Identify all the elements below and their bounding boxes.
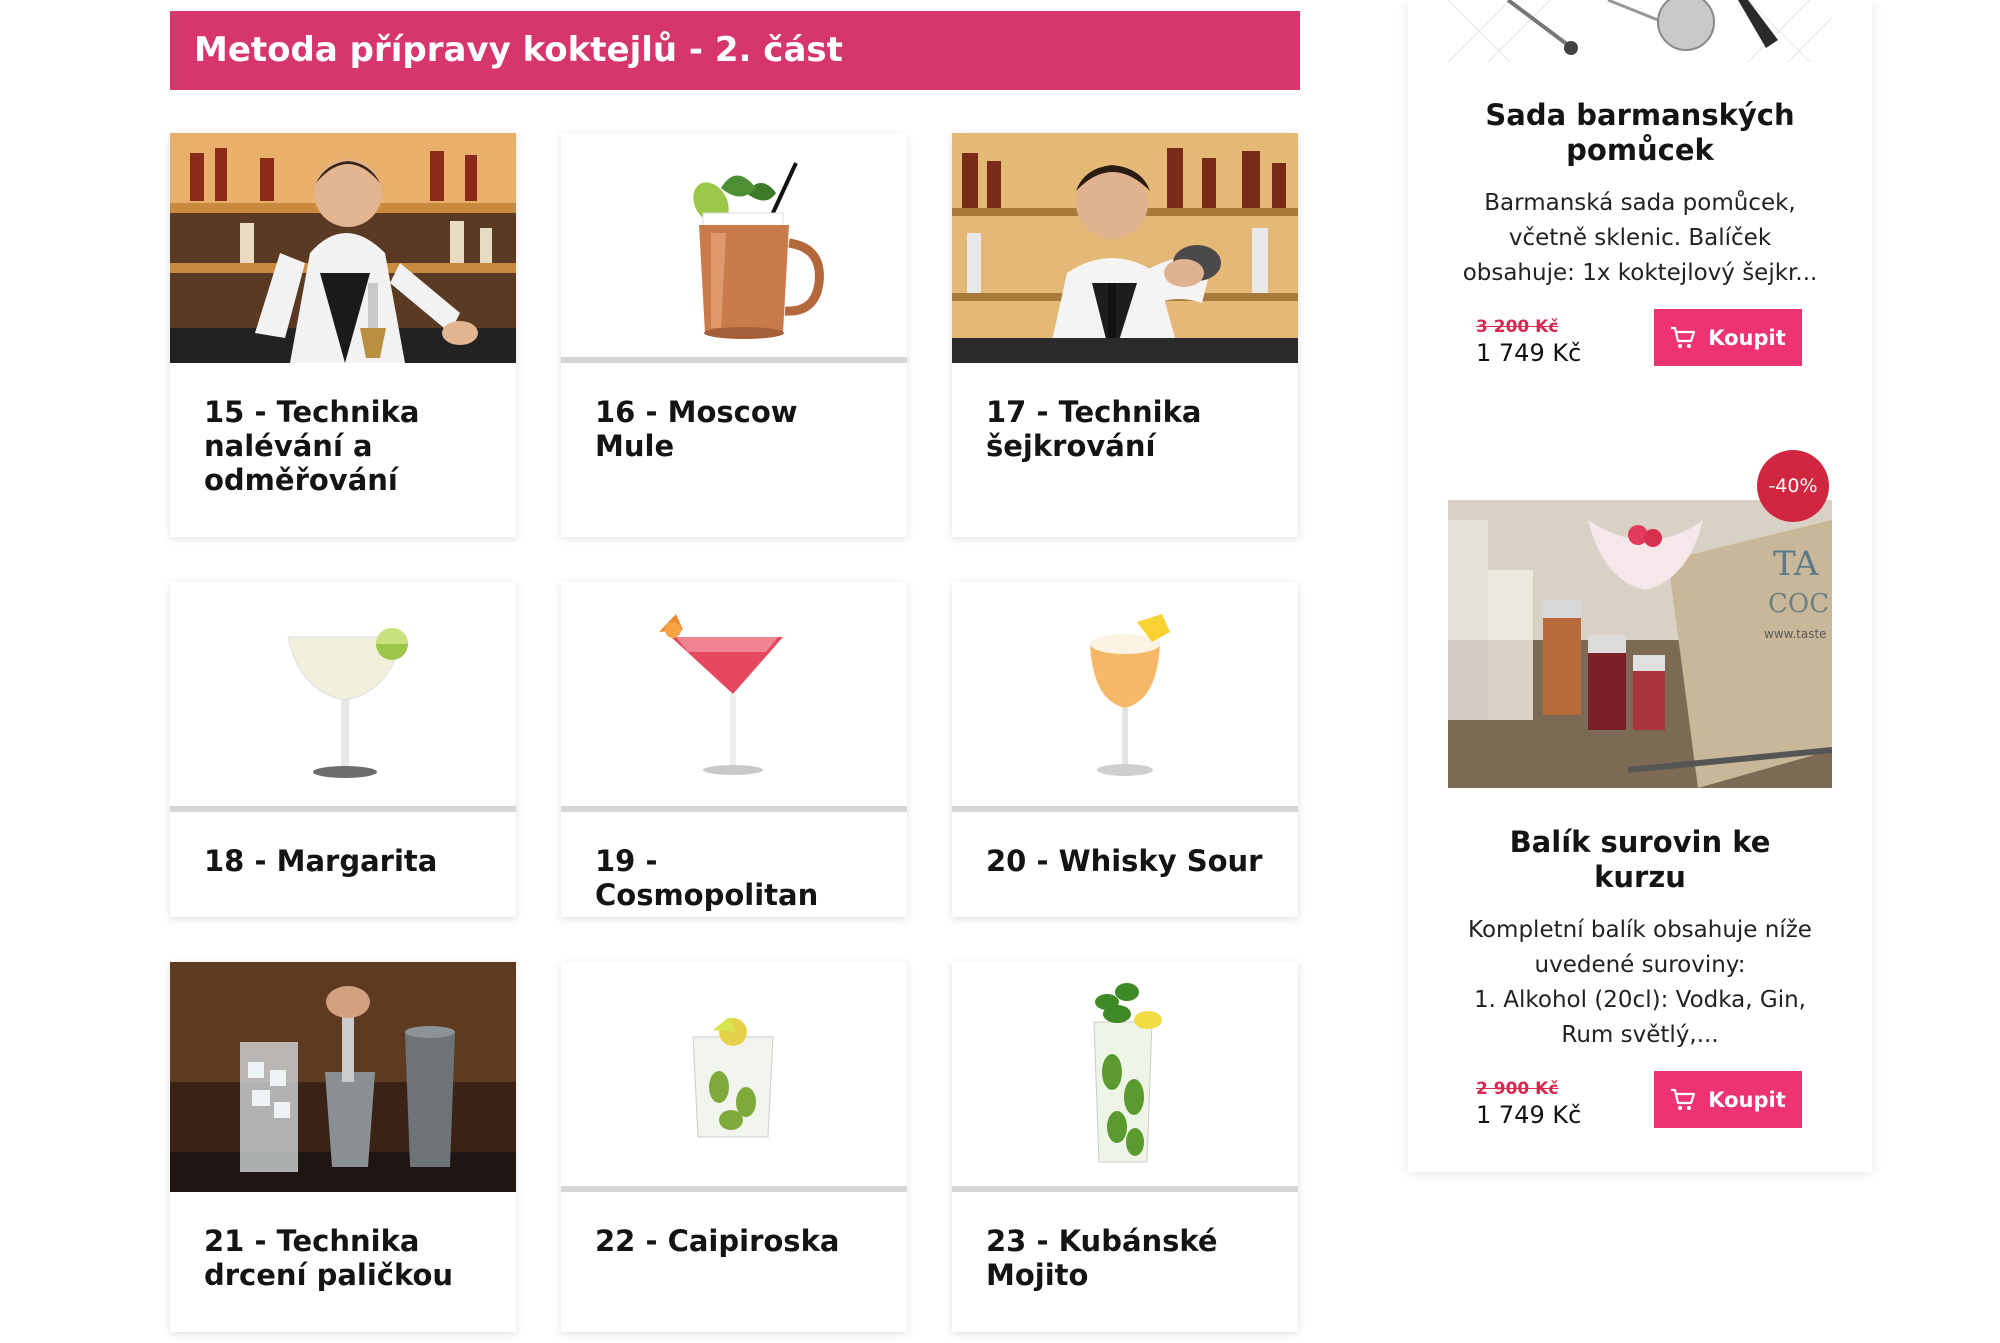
lesson-card[interactable]: 18 - Margarita — [170, 582, 516, 917]
lesson-title: 16 - Moscow Mule — [595, 395, 798, 463]
box-brand-text: TA — [1773, 544, 1819, 584]
current-price: 1 749 Kč — [1476, 1101, 1582, 1129]
old-price: 2 900 Kč — [1476, 1079, 1559, 1099]
product-image-bar-tools — [1448, 0, 1832, 62]
lesson-title: 18 - Margarita — [204, 844, 438, 878]
lesson-title: 19 - Cosmopolitan — [595, 844, 819, 912]
product-image-ingredients[interactable]: TA COC www.taste — [1448, 500, 1832, 788]
lesson-thumbnail-shaking — [952, 133, 1298, 363]
lesson-card[interactable]: 23 - Kubánské Mojito — [952, 962, 1298, 1332]
lesson-thumbnail-pouring — [170, 133, 516, 363]
product-sidebar: Sada barmanských pomůcek Barmanská sada … — [1408, 0, 1872, 1172]
lesson-card[interactable]: 20 - Whisky Sour — [952, 582, 1298, 917]
lesson-title: 15 - Technika nalévání a odměřování — [204, 395, 420, 497]
lesson-title: 17 - Technika šejkrování — [986, 395, 1202, 463]
product-description-line: 1. Alkohol (20cl): Vodka, Gin, Rum světl… — [1474, 987, 1806, 1048]
lesson-thumbnail-caipiroska — [561, 962, 907, 1192]
box-url-text: www.taste — [1764, 627, 1827, 641]
lesson-card[interactable]: 15 - Technika nalévání a odměřování — [170, 133, 516, 537]
section-title: Metoda přípravy koktejlů - 2. část — [170, 11, 1300, 90]
lesson-thumbnail-cosmopolitan — [561, 582, 907, 812]
cart-icon — [1671, 1088, 1696, 1110]
product-card: Sada barmanských pomůcek Barmanská sada … — [1408, 98, 1872, 377]
product-card: Balík surovin ke kurzu Kompletní balík o… — [1408, 825, 1872, 1139]
discount-badge: -40% — [1757, 450, 1829, 522]
lesson-title: 21 - Technika drcení paličkou — [204, 1224, 454, 1292]
lesson-thumbnail-mojito — [952, 962, 1298, 1192]
lesson-title: 23 - Kubánské Mojito — [986, 1224, 1218, 1292]
lesson-grid: 15 - Technika nalévání a odměřování 16 -… — [170, 133, 1300, 1332]
lesson-title: 22 - Caipiroska — [595, 1224, 840, 1258]
lesson-card[interactable]: 19 - Cosmopolitan — [561, 582, 907, 917]
product-title[interactable]: Sada barmanských pomůcek — [1408, 98, 1872, 168]
lesson-title: 20 - Whisky Sour — [986, 844, 1263, 878]
product-title[interactable]: Balík surovin ke kurzu — [1408, 825, 1872, 895]
old-price: 3 200 Kč — [1476, 317, 1559, 337]
buy-button-label: Koupit — [1708, 325, 1786, 350]
buy-button[interactable]: Koupit — [1654, 1071, 1802, 1128]
lesson-thumbnail-margarita — [170, 582, 516, 812]
product-description: Kompletní balík obsahuje níže uvedené su… — [1408, 913, 1872, 1053]
product-description-line: Kompletní balík obsahuje níže uvedené su… — [1468, 917, 1812, 978]
lesson-card[interactable]: 21 - Technika drcení paličkou — [170, 962, 516, 1332]
box-brand-text: COC — [1768, 589, 1829, 619]
current-price: 1 749 Kč — [1476, 339, 1582, 367]
lesson-card[interactable]: 17 - Technika šejkrování — [952, 133, 1298, 537]
lesson-card[interactable]: 22 - Caipiroska — [561, 962, 907, 1332]
buy-button[interactable]: Koupit — [1654, 309, 1802, 366]
lesson-thumbnail-muddling — [170, 962, 516, 1192]
product-description: Barmanská sada pomůcek, včetně sklenic. … — [1462, 190, 1818, 286]
lesson-thumbnail-moscow-mule — [561, 133, 907, 363]
lesson-thumbnail-whisky-sour — [952, 582, 1298, 812]
buy-button-label: Koupit — [1708, 1087, 1786, 1112]
lesson-card[interactable]: 16 - Moscow Mule — [561, 133, 907, 537]
cart-icon — [1671, 326, 1696, 348]
